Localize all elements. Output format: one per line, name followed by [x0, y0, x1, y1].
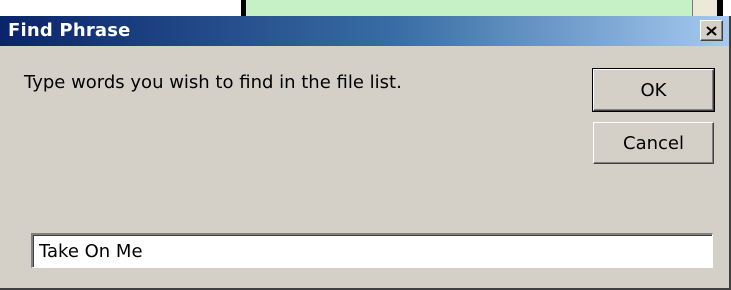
close-icon — [706, 25, 717, 36]
prompt-label: Type words you wish to find in the file … — [24, 72, 402, 93]
search-phrase-input[interactable] — [31, 233, 713, 268]
close-button[interactable] — [700, 20, 723, 41]
background-window-border — [717, 0, 723, 16]
background-window-panel — [246, 0, 693, 16]
background-window-strip — [0, 0, 731, 16]
cancel-button[interactable]: Cancel — [593, 122, 714, 164]
ok-button[interactable]: OK — [592, 68, 715, 112]
background-window-scrollbar — [693, 0, 717, 16]
title-bar[interactable]: Find Phrase — [0, 16, 729, 46]
dialog-title: Find Phrase — [8, 20, 131, 41]
find-phrase-dialog: Find Phrase Type words you wish to find … — [0, 16, 731, 290]
